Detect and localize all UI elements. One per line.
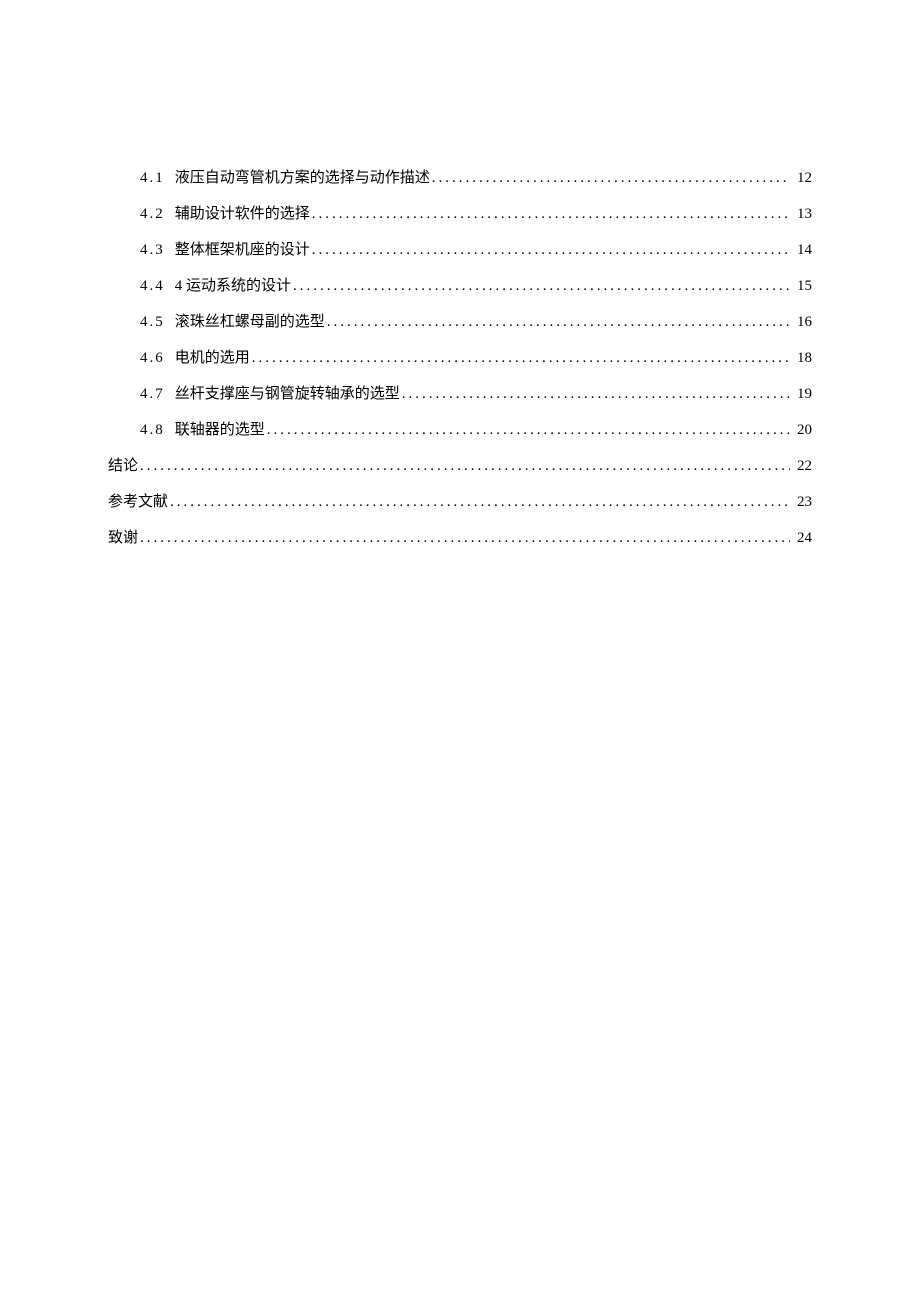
toc-entry: 4.6 电机的选用 18 [108,340,812,376]
toc-entry-number: 4.6 [140,340,165,376]
toc-entry-title: 电机的选用 [175,340,250,376]
toc-entry-page: 24 [792,520,812,556]
toc-leader-dots [252,340,790,376]
toc-entry-number: 4.2 [140,196,165,232]
toc-entry: 参考文献 23 [108,484,812,520]
toc-leader-dots [140,448,790,484]
toc-entry: 4.1 液压自动弯管机方案的选择与动作描述 12 [108,160,812,196]
toc-leader-dots [140,520,790,556]
toc-leader-dots [170,484,790,520]
toc-entry: 结论 22 [108,448,812,484]
toc-entry-number: 4.4 [140,268,165,304]
toc-entry-number: 4.5 [140,304,165,340]
toc-entry-page: 22 [792,448,812,484]
toc-entry: 4.8 联轴器的选型 20 [108,412,812,448]
toc-entry: 致谢 24 [108,520,812,556]
toc-entry-page: 12 [792,160,812,196]
toc-entry-page: 14 [792,232,812,268]
toc-leader-dots [432,160,790,196]
toc-entry-title: 丝杆支撑座与钢管旋转轴承的选型 [175,376,400,412]
toc-entry-title: 整体框架机座的设计 [175,232,310,268]
toc-entry-page: 23 [792,484,812,520]
toc-entry-title: 液压自动弯管机方案的选择与动作描述 [175,160,430,196]
toc-entry: 4.4 4 运动系统的设计 15 [108,268,812,304]
toc-entry-number: 4.3 [140,232,165,268]
toc-leader-dots [293,268,790,304]
toc-entry: 4.3 整体框架机座的设计 14 [108,232,812,268]
toc-entry-title: 结论 [108,448,138,484]
toc-entry-title: 联轴器的选型 [175,412,265,448]
toc-leader-dots [327,304,790,340]
toc-entry-number: 4.8 [140,412,165,448]
toc-leader-dots [312,232,790,268]
toc-entry-title: 致谢 [108,520,138,556]
toc-leader-dots [267,412,790,448]
toc-entry: 4.2 辅助设计软件的选择 13 [108,196,812,232]
toc-entry: 4.7 丝杆支撑座与钢管旋转轴承的选型 19 [108,376,812,412]
toc-entry-page: 16 [792,304,812,340]
toc-entry-page: 20 [792,412,812,448]
toc-entry-number: 4.1 [140,160,165,196]
toc-leader-dots [312,196,790,232]
toc-entry: 4.5 滚珠丝杠螺母副的选型 16 [108,304,812,340]
toc-entry-title: 辅助设计软件的选择 [175,196,310,232]
toc-entry-page: 13 [792,196,812,232]
toc-entry-title: 4 运动系统的设计 [175,268,291,304]
toc-entry-page: 18 [792,340,812,376]
toc-entry-page: 19 [792,376,812,412]
toc-list: 4.1 液压自动弯管机方案的选择与动作描述 12 4.2 辅助设计软件的选择 13 4.3 整… [108,160,812,556]
toc-leader-dots [402,376,790,412]
toc-entry-title: 滚珠丝杠螺母副的选型 [175,304,325,340]
toc-entry-number: 4.7 [140,376,165,412]
toc-entry-title: 参考文献 [108,484,168,520]
toc-entry-page: 15 [792,268,812,304]
